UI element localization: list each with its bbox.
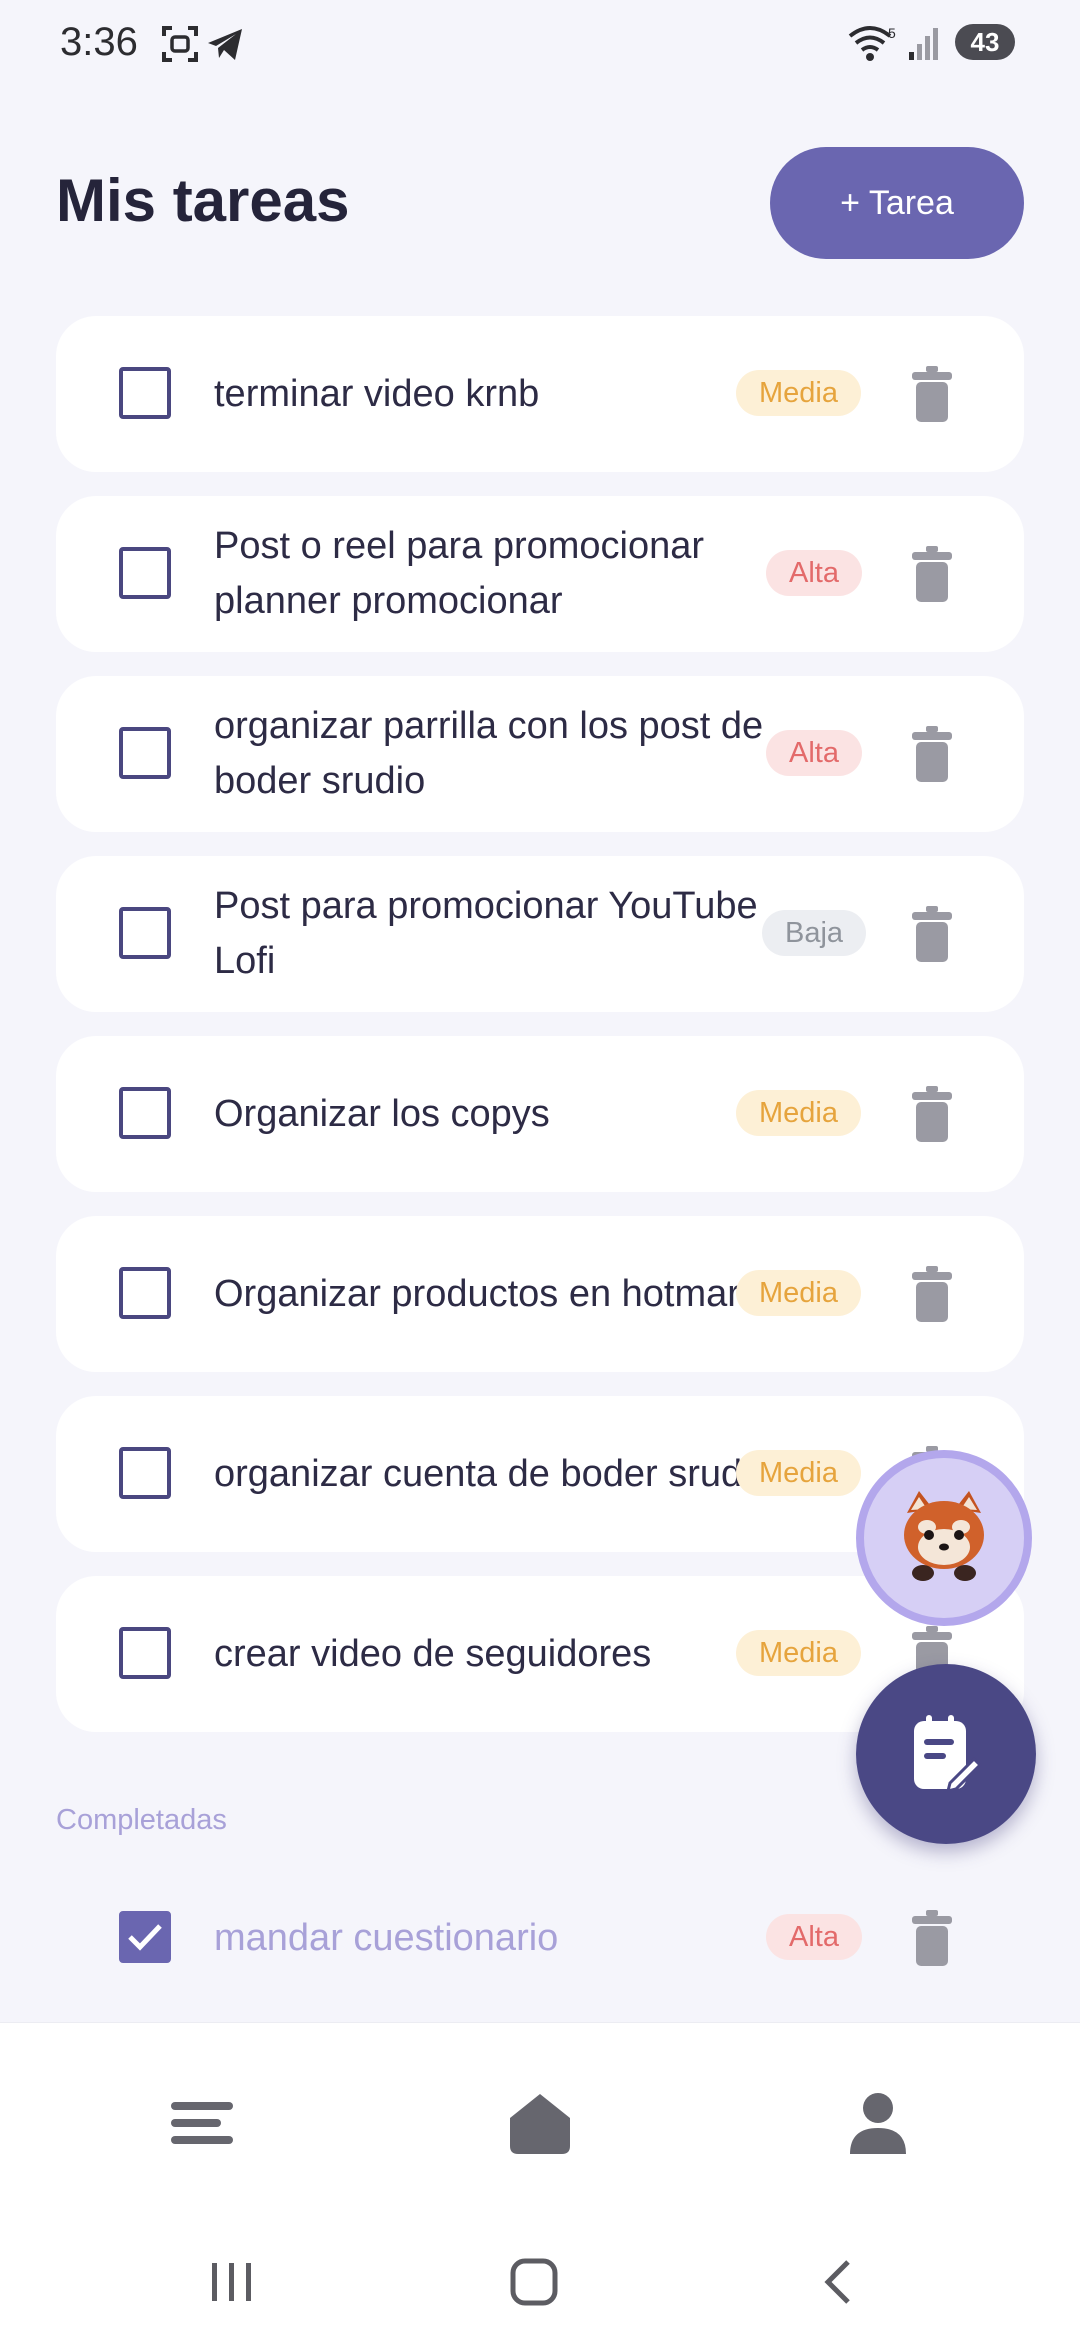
trash-icon[interactable] xyxy=(912,1910,952,1966)
trash-icon[interactable] xyxy=(912,546,952,602)
red-panda-icon xyxy=(904,1491,984,1581)
task-text: Post para promocionar YouTube Lofi xyxy=(214,885,758,982)
task-text: organizar parrilla con los post de boder… xyxy=(214,705,764,802)
signal-icon xyxy=(909,28,938,60)
profile-icon xyxy=(850,2093,906,2154)
recents-button[interactable] xyxy=(210,2252,254,2312)
edit-notes-icon xyxy=(914,1715,982,1794)
profile-nav-button[interactable] xyxy=(838,2083,918,2163)
page-title: Mis tareas xyxy=(56,167,350,234)
task-text: organizar cuenta de boder srudio xyxy=(214,1452,772,1495)
back-icon xyxy=(824,2260,850,2304)
task-checkbox[interactable] xyxy=(119,1267,171,1319)
task-checkbox-checked[interactable] xyxy=(119,1911,171,1963)
trash-icon[interactable] xyxy=(912,906,952,962)
task-checkbox[interactable] xyxy=(119,547,171,599)
trash-icon[interactable] xyxy=(912,366,952,422)
completed-task-row[interactable]: mandar cuestionario Alta xyxy=(56,1860,1024,2016)
task-card[interactable]: terminar video krnb Media xyxy=(56,316,1024,472)
check-icon xyxy=(128,1924,162,1951)
task-text: Organizar los copys xyxy=(214,1092,550,1135)
priority-badge: Media xyxy=(736,1630,861,1676)
home-button-icon xyxy=(510,2258,558,2306)
task-checkbox[interactable] xyxy=(119,907,171,959)
menu-nav-button[interactable] xyxy=(162,2083,242,2163)
completed-section-label: Completadas xyxy=(56,1804,227,1836)
task-text: Organizar productos en hotmart xyxy=(214,1272,751,1315)
trash-icon[interactable] xyxy=(912,726,952,782)
system-nav-bar xyxy=(0,2222,1080,2340)
task-text: crear video de seguidores xyxy=(214,1632,652,1675)
recents-icon xyxy=(212,2263,251,2301)
status-bar: 3:36 5 43 xyxy=(0,0,1080,90)
priority-badge: Media xyxy=(736,370,861,416)
priority-badge: Media xyxy=(736,1090,861,1136)
task-checkbox[interactable] xyxy=(119,367,171,419)
status-time: 3:36 xyxy=(60,20,138,64)
task-checkbox[interactable] xyxy=(119,1087,171,1139)
task-checkbox[interactable] xyxy=(119,1627,171,1679)
priority-badge: Alta xyxy=(766,730,862,776)
add-task-button[interactable]: + Tarea xyxy=(770,147,1024,259)
home-nav-button[interactable] xyxy=(500,2083,580,2163)
trash-icon[interactable] xyxy=(912,1086,952,1142)
priority-badge: Alta xyxy=(766,1914,862,1960)
task-text: mandar cuestionario xyxy=(214,1916,559,1959)
priority-badge: Baja xyxy=(762,910,867,956)
wifi-icon: 5 xyxy=(848,25,896,61)
priority-badge: Media xyxy=(736,1270,861,1316)
bottom-nav xyxy=(0,2022,1080,2223)
task-checkbox[interactable] xyxy=(119,1447,171,1499)
notes-fab-button[interactable] xyxy=(856,1664,1036,1844)
battery-icon: 43 xyxy=(955,24,1015,60)
task-card[interactable]: organizar parrilla con los post de boder… xyxy=(56,676,1024,832)
screenshot-icon xyxy=(162,26,198,62)
trash-icon[interactable] xyxy=(912,1266,952,1322)
task-card[interactable]: Post o reel para promocionar planner pro… xyxy=(56,496,1024,652)
task-text: terminar video krnb xyxy=(214,372,540,415)
menu-icon xyxy=(171,2102,233,2144)
task-card[interactable]: Organizar productos en hotmart Media xyxy=(56,1216,1024,1372)
task-card[interactable]: Post para promocionar YouTube Lofi Baja xyxy=(56,856,1024,1012)
task-card[interactable]: Organizar los copys Media xyxy=(56,1036,1024,1192)
system-home-button[interactable] xyxy=(510,2252,558,2312)
home-icon xyxy=(510,2094,570,2154)
priority-badge: Alta xyxy=(766,550,862,596)
back-button[interactable] xyxy=(822,2252,852,2312)
task-checkbox[interactable] xyxy=(119,727,171,779)
task-text: Post o reel para promocionar planner pro… xyxy=(214,525,705,622)
svg-text:5: 5 xyxy=(888,25,896,41)
priority-badge: Media xyxy=(736,1450,861,1496)
telegram-icon xyxy=(208,29,242,60)
red-panda-mascot-button[interactable] xyxy=(856,1450,1032,1626)
